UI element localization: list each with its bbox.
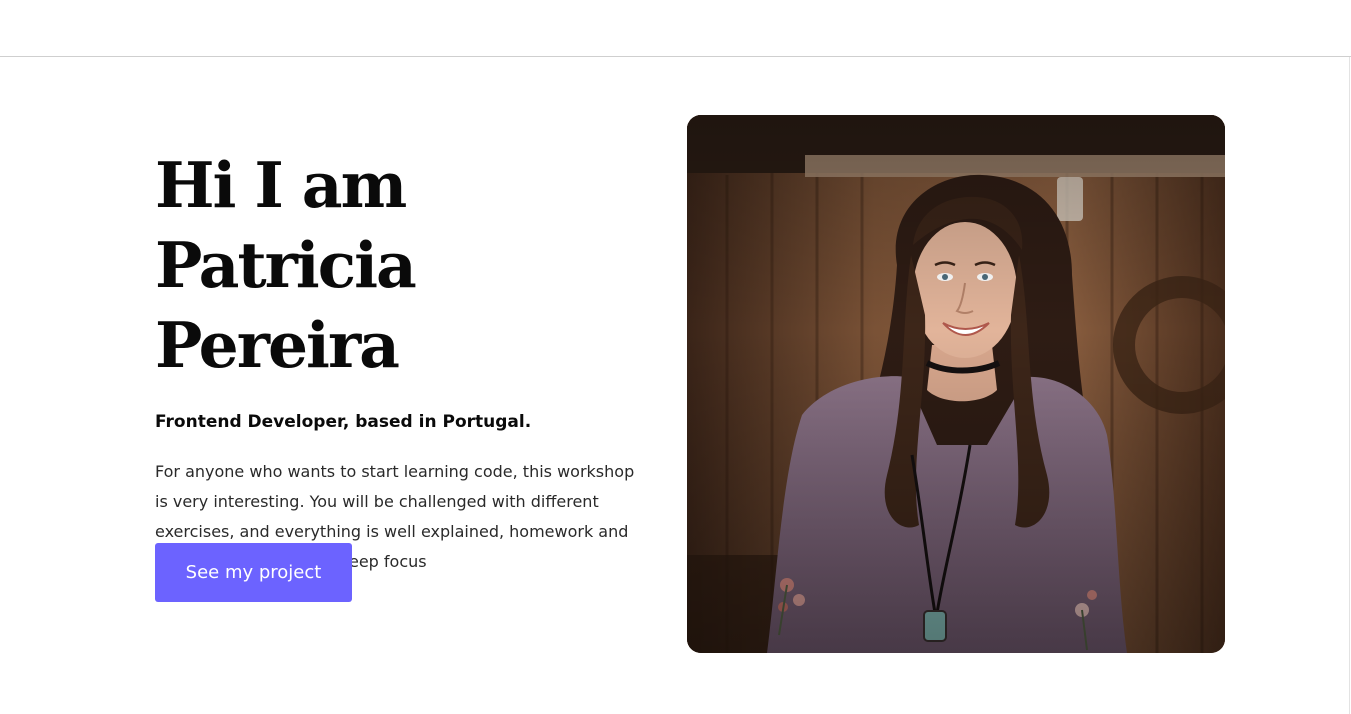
profile-photo-illustration xyxy=(687,115,1225,653)
hero-title: Hi I am Patricia Pereira xyxy=(155,148,417,382)
see-my-project-button[interactable]: See my project xyxy=(155,543,352,602)
top-bar xyxy=(0,0,1351,57)
hero-section: Hi I am Patricia Pereira Frontend Develo… xyxy=(0,57,1349,714)
hero-subtitle: Frontend Developer, based in Portugal. xyxy=(155,412,532,432)
page-edge-divider xyxy=(1349,57,1350,714)
hero-text-block: Hi I am Patricia Pereira Frontend Develo… xyxy=(155,145,655,577)
profile-photo xyxy=(687,115,1225,653)
